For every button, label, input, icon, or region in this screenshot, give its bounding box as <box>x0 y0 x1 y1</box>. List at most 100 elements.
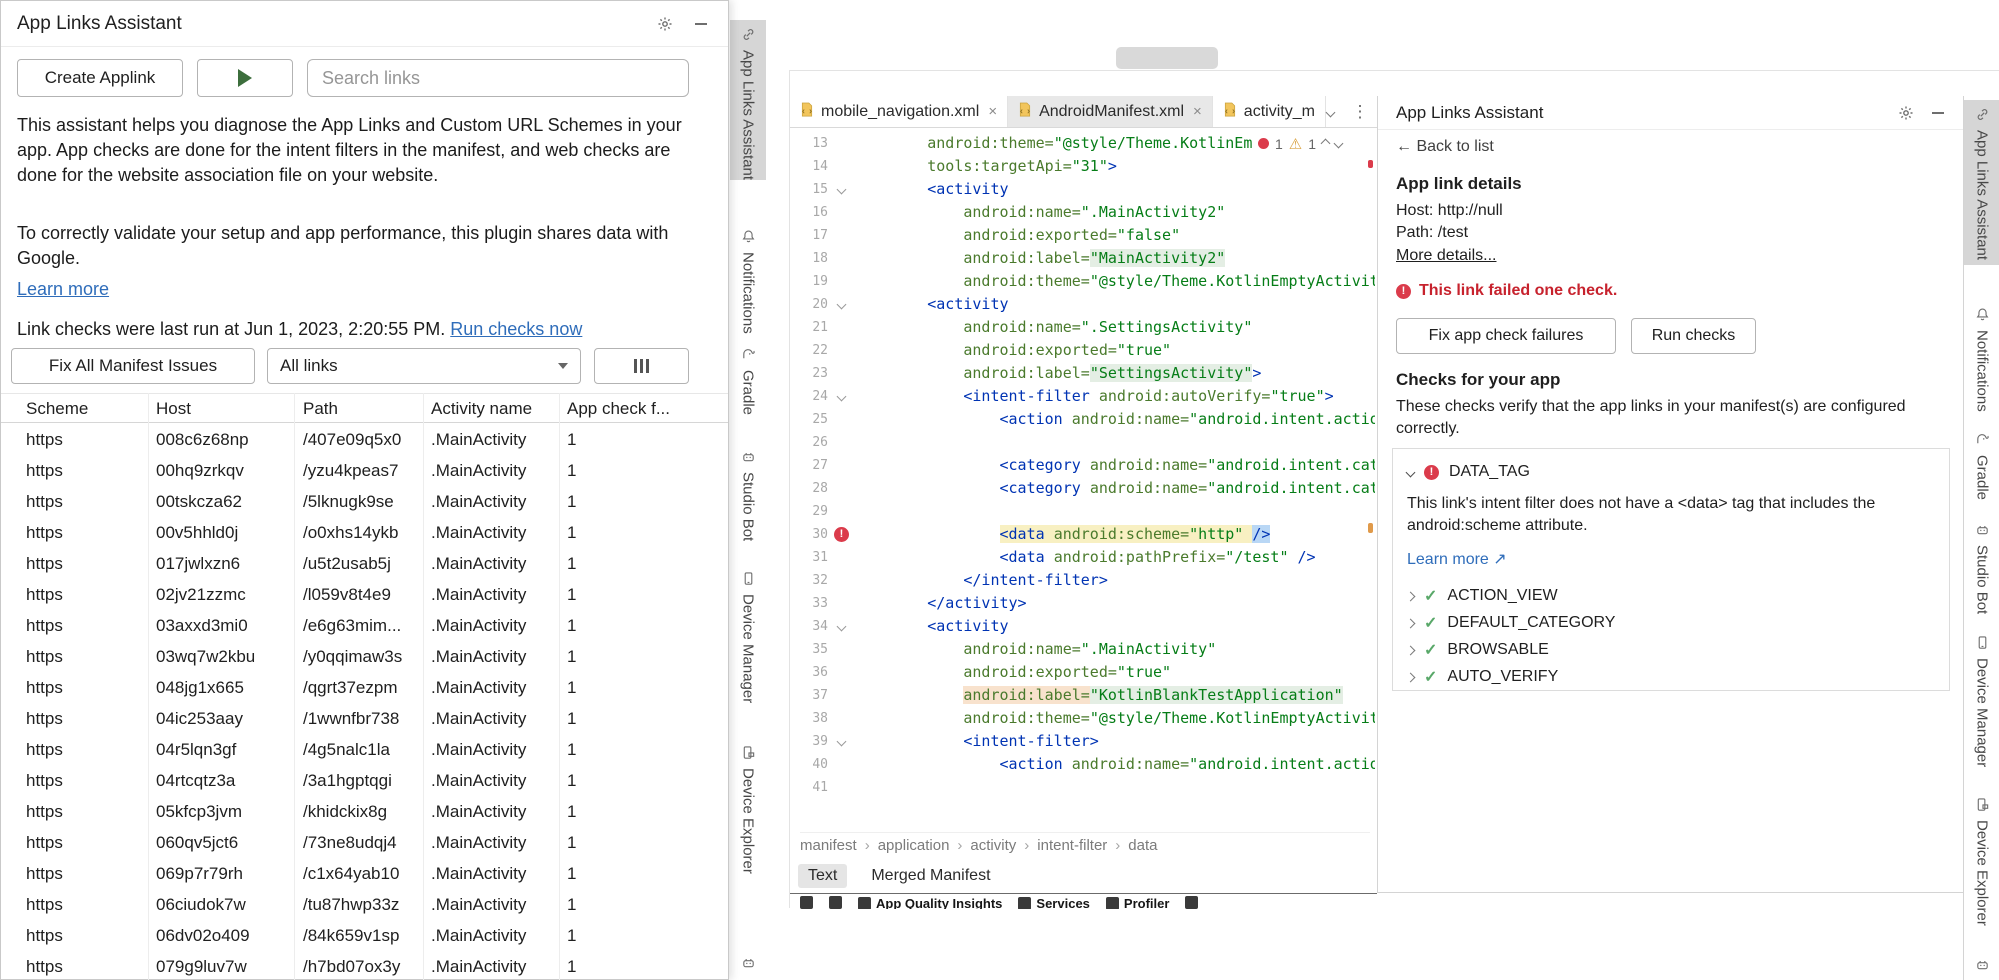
table-row[interactable]: https008c6z68np/407e09q5x0.MainActivity1 <box>1 424 728 455</box>
tool-button-label[interactable]: Profiler <box>1124 896 1170 909</box>
tool-tab-gradle[interactable]: Gradle <box>730 340 766 428</box>
breadcrumb-item[interactable]: application <box>878 837 950 854</box>
tool-button-label[interactable]: App Quality Insights <box>876 896 1002 909</box>
create-applink-button[interactable]: Create Applink <box>17 59 183 97</box>
columns-button[interactable] <box>594 348 689 384</box>
tool-tab-partial[interactable] <box>730 948 766 974</box>
tool-icon[interactable] <box>800 896 813 909</box>
fold-icon[interactable] <box>837 392 847 402</box>
table-row[interactable]: https06dv02o409/84k659v1sp.MainActivity1 <box>1 920 728 951</box>
tool-tab-app-links-assistant[interactable]: App Links Assistant <box>1964 100 1999 265</box>
gear-icon[interactable] <box>1895 102 1917 124</box>
table-row[interactable]: https069p7r79rh/c1x64yab10.MainActivity1 <box>1 858 728 889</box>
failed-check-row[interactable]: ! DATA_TAG <box>1407 461 1530 483</box>
table-row[interactable]: https04ic253aay/1wwnfbr738.MainActivity1 <box>1 703 728 734</box>
search-input[interactable] <box>307 59 689 97</box>
table-row[interactable]: https04rtcqtz3a/3a1hgptqgi.MainActivity1 <box>1 765 728 796</box>
tool-tab-app-links-assistant[interactable]: App Links Assistant <box>730 20 766 180</box>
code-line: 37 android:label="KotlinBlankTestApplica… <box>790 684 1375 707</box>
learn-more-link[interactable]: Learn more <box>17 279 109 299</box>
tool-tab-device-manager[interactable]: Device Manager <box>1964 628 1999 780</box>
table-row[interactable]: https00v5hhld0j/o0xhs14ykb.MainActivity1 <box>1 517 728 548</box>
breadcrumb-item[interactable]: activity <box>970 837 1016 854</box>
table-row[interactable]: https04r5lqn3gf/4g5nalc1la.MainActivity1 <box>1 734 728 765</box>
editor-tab-androidmanifest-xml[interactable]: AndroidManifest.xml× <box>1008 96 1213 127</box>
column-divider[interactable] <box>294 393 295 980</box>
table-row[interactable]: https048jg1x665/qgrt37ezpm.MainActivity1 <box>1 672 728 703</box>
editor-tab-activity-m[interactable]: activity_m <box>1213 96 1326 127</box>
scrollbar-error-mark[interactable] <box>1368 160 1373 168</box>
table-row[interactable]: https079g9luv7w/h7bd07ox3y.MainActivity1 <box>1 951 728 980</box>
fix-app-check-failures-button[interactable]: Fix app check failures <box>1396 318 1616 354</box>
table-row[interactable]: https02jv21zzmc/l059v8t4e9.MainActivity1 <box>1 579 728 610</box>
learn-more-link[interactable]: Learn more ↗ <box>1407 549 1507 569</box>
back-to-list-link[interactable]: ← Back to list <box>1396 138 1494 156</box>
fix-all-manifest-issues-button[interactable]: Fix All Manifest Issues <box>11 348 255 384</box>
column-header[interactable]: Path <box>303 394 427 424</box>
kebab-icon: ⋮ <box>1352 102 1369 122</box>
fold-icon[interactable] <box>837 622 847 632</box>
code-area[interactable]: 13 android:theme="@style/Theme.KotlinEmp… <box>790 132 1375 830</box>
table-row[interactable]: https060qv5jct6/73ne8udqj4.MainActivity1 <box>1 827 728 858</box>
tool-tab-studio-bot[interactable]: Studio Bot <box>1964 515 1999 615</box>
table-row[interactable]: https03axxd3mi0/e6g63mim....MainActivity… <box>1 610 728 641</box>
fold-icon[interactable] <box>837 300 847 310</box>
breadcrumb-item[interactable]: manifest <box>800 837 857 854</box>
tab-text[interactable]: Text <box>798 864 847 888</box>
check-row-action_view[interactable]: ✓ACTION_VIEW <box>1407 585 1558 607</box>
scrollbar-warning-mark[interactable] <box>1368 523 1373 533</box>
column-divider[interactable] <box>423 393 424 980</box>
editor-tab-mobile-navigation-xml[interactable]: mobile_navigation.xml× <box>790 96 1008 127</box>
table-row[interactable]: https00tskcza62/5lknugk9se.MainActivity1 <box>1 486 728 517</box>
close-tab-icon[interactable]: × <box>1193 103 1202 120</box>
window-titlebar[interactable]: App Links Assistant <box>1 1 728 47</box>
table-row[interactable]: https00hq9zrkqv/yzu4kpeas7.MainActivity1 <box>1 455 728 486</box>
tool-tab-device-explorer[interactable]: Device Explorer <box>1964 790 1999 938</box>
tool-icon[interactable] <box>1106 897 1119 909</box>
links-filter-dropdown[interactable]: All links <box>267 348 581 384</box>
minimize-icon[interactable] <box>690 13 712 35</box>
table-row[interactable]: https03wq7w2kbu/y0qqimaw3s.MainActivity1 <box>1 641 728 672</box>
tool-tab-notifications[interactable]: Notifications <box>730 222 766 340</box>
next-issue-icon[interactable] <box>1334 139 1344 149</box>
editor-more-button[interactable]: ⋮ <box>1348 100 1372 124</box>
column-header[interactable]: Activity name <box>431 394 563 424</box>
tool-tab-partial[interactable] <box>1964 950 1999 976</box>
breadcrumb-item[interactable]: intent-filter <box>1037 837 1107 854</box>
tool-icon[interactable] <box>1018 897 1031 909</box>
run-button[interactable] <box>197 59 293 97</box>
table-row[interactable]: https05kfcp3jvm/khidckix8g.MainActivity1 <box>1 796 728 827</box>
tool-tab-studio-bot[interactable]: Studio Bot <box>730 442 766 550</box>
tool-icon[interactable] <box>858 897 871 909</box>
column-header[interactable]: Host <box>156 394 298 424</box>
run-checks-now-link[interactable]: Run checks now <box>450 319 582 339</box>
gear-icon[interactable] <box>654 13 676 35</box>
more-details-link[interactable]: More details... <box>1396 247 1496 265</box>
column-divider[interactable] <box>148 393 149 980</box>
tool-tab-gradle[interactable]: Gradle <box>1964 425 1999 505</box>
tool-icon[interactable] <box>829 896 842 909</box>
fold-icon[interactable] <box>837 737 847 747</box>
table-row[interactable]: https017jwlxzn6/u5t2usab5j.MainActivity1 <box>1 548 728 579</box>
tool-tab-device-explorer[interactable]: Device Explorer <box>730 738 766 888</box>
hide-panel-icon[interactable] <box>1927 102 1949 124</box>
close-tab-icon[interactable]: × <box>988 103 997 120</box>
check-row-browsable[interactable]: ✓BROWSABLE <box>1407 639 1549 661</box>
column-header[interactable]: Scheme <box>26 394 144 424</box>
tool-tab-notifications[interactable]: Notifications <box>1964 300 1999 412</box>
tab-merged-manifest[interactable]: Merged Manifest <box>861 864 1000 888</box>
column-divider[interactable] <box>559 393 560 980</box>
check-row-default_category[interactable]: ✓DEFAULT_CATEGORY <box>1407 612 1615 634</box>
inspection-widget[interactable]: 1 ⚠1 <box>1252 133 1348 154</box>
check-row-auto_verify[interactable]: ✓AUTO_VERIFY <box>1407 666 1558 688</box>
run-checks-button[interactable]: Run checks <box>1631 318 1756 354</box>
table-row[interactable]: https06ciudok7w/tu87hwp33z.MainActivity1 <box>1 889 728 920</box>
tool-tab-device-manager[interactable]: Device Manager <box>730 564 766 722</box>
fold-icon[interactable] <box>837 185 847 195</box>
tab-overflow-button[interactable] <box>1318 100 1342 124</box>
prev-issue-icon[interactable] <box>1321 139 1331 149</box>
column-header[interactable]: App check f... <box>567 394 687 424</box>
breadcrumb-item[interactable]: data <box>1128 837 1157 854</box>
tool-icon[interactable] <box>1185 896 1198 909</box>
tool-button-label[interactable]: Services <box>1036 896 1090 909</box>
